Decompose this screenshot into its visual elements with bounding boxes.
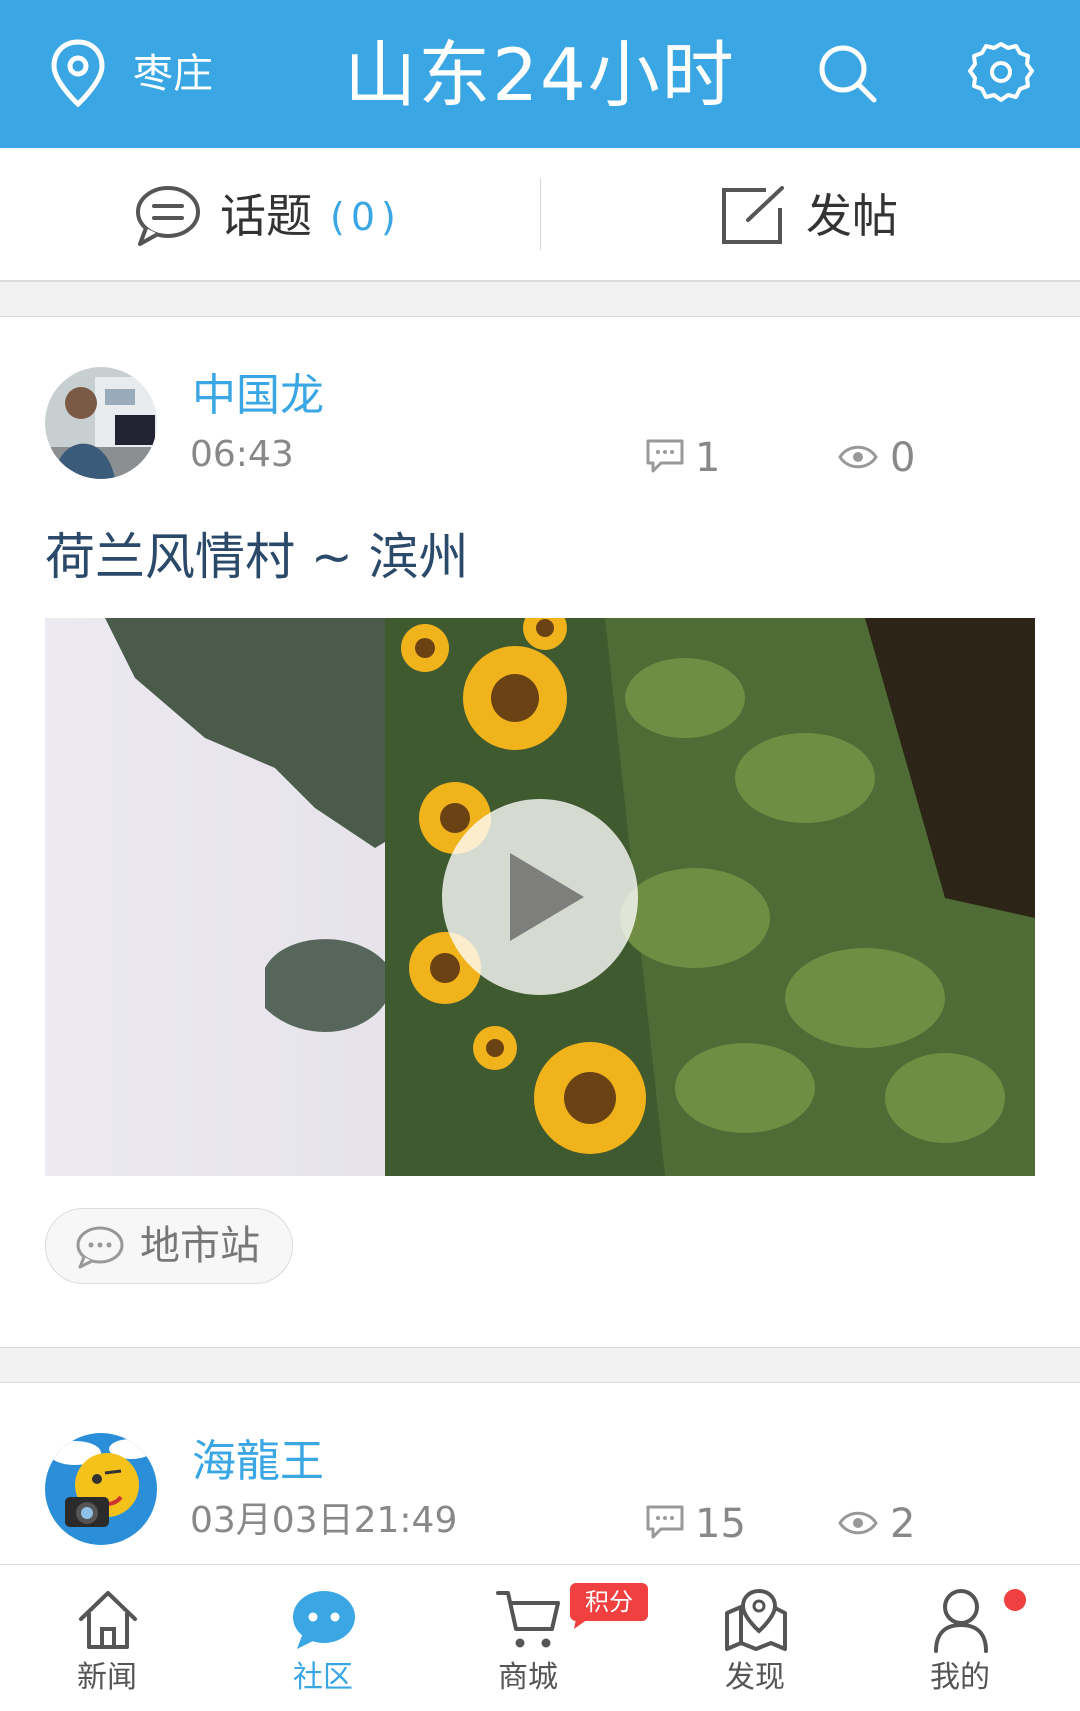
post-time: 06:43 (190, 434, 294, 475)
avatar[interactable] (45, 367, 157, 479)
video-thumbnail[interactable] (45, 618, 1035, 1176)
avatar[interactable] (45, 1433, 157, 1545)
notification-dot (1004, 1589, 1026, 1611)
topics-button[interactable]: 话题 (0) (0, 148, 540, 280)
app-title: 山东24小时 (344, 33, 736, 117)
channel-tag[interactable]: 地市站 (45, 1208, 293, 1284)
topics-label: 话题 (220, 189, 312, 243)
bottom-nav: 新闻 社区 商城 积分 发现 我的 (0, 1564, 1080, 1711)
map-pin-icon (723, 1587, 789, 1653)
new-post-label: 发帖 (806, 189, 898, 243)
comment-count: 15 (695, 1501, 746, 1547)
nav-label: 社区 (293, 1660, 353, 1695)
eye-icon (838, 442, 878, 472)
home-icon (75, 1587, 141, 1653)
badge-label: 积分 (585, 1588, 633, 1616)
post-card[interactable] (0, 1383, 1080, 1564)
comment-icon (645, 438, 685, 474)
username[interactable]: 海龍王 (192, 1434, 324, 1490)
comment-count: 1 (695, 435, 721, 481)
top-bar: 枣庄 山东24小时 (0, 0, 1080, 148)
view-count: 2 (890, 1501, 916, 1547)
topics-count: (0) (330, 195, 402, 239)
nav-community[interactable]: 社区 (223, 1565, 423, 1711)
compose-icon (720, 186, 786, 246)
nav-label: 发现 (725, 1660, 785, 1695)
nav-label: 我的 (930, 1660, 990, 1695)
view-count: 0 (890, 435, 916, 481)
nav-profile[interactable]: 我的 (860, 1565, 1060, 1711)
nav-label: 新闻 (77, 1660, 137, 1695)
section-gap (0, 281, 1080, 317)
new-post-button[interactable]: 发帖 (540, 148, 1080, 280)
username[interactable]: 中国龙 (192, 368, 324, 424)
comment-dots-icon (74, 1225, 124, 1269)
section-gap (0, 1347, 1080, 1383)
eye-icon (838, 1508, 878, 1538)
action-bar: 话题 (0) 发帖 (0, 148, 1080, 281)
user-icon (928, 1587, 994, 1653)
comment-icon (645, 1504, 685, 1540)
chat-bubble-icon (291, 1587, 357, 1653)
cart-icon (496, 1587, 562, 1653)
settings-gear-icon[interactable] (968, 40, 1034, 106)
post-title[interactable]: 荷兰风情村 ~ 滨州 (45, 524, 469, 590)
search-icon[interactable] (816, 42, 878, 104)
nav-label: 商城 (498, 1660, 558, 1695)
post-time: 03月03日21:49 (190, 1500, 458, 1541)
play-button[interactable] (442, 799, 638, 995)
speech-bubble-icon (132, 184, 202, 248)
nav-discover[interactable]: 发现 (655, 1565, 855, 1711)
points-badge: 积分 (570, 1583, 648, 1629)
tag-label: 地市站 (140, 1223, 260, 1269)
nav-news[interactable]: 新闻 (7, 1565, 207, 1711)
